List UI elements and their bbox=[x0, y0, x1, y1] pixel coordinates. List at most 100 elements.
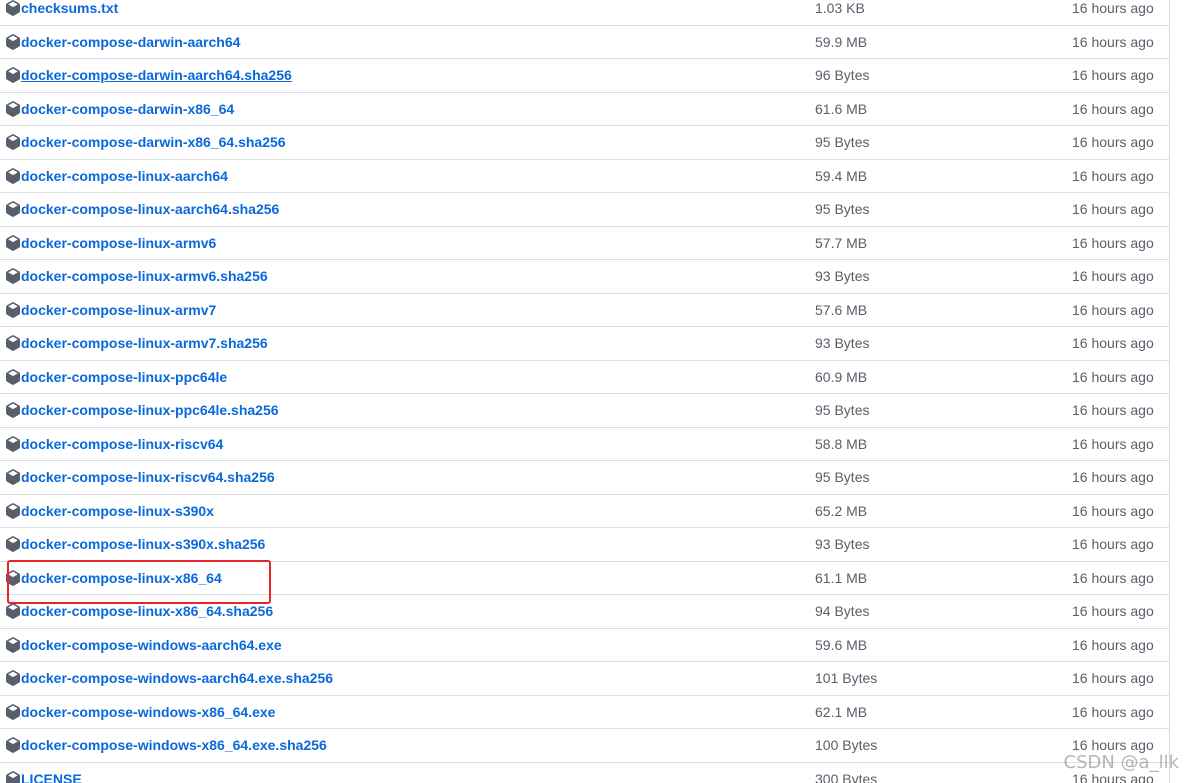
asset-updated-time: 16 hours ago bbox=[1072, 402, 1154, 419]
asset-download-link[interactable]: docker-compose-linux-aarch64.sha256 bbox=[21, 201, 279, 217]
asset-size: 95 Bytes bbox=[815, 134, 870, 151]
asset-download-link[interactable]: docker-compose-darwin-x86_64 bbox=[21, 101, 234, 117]
package-icon bbox=[5, 603, 21, 620]
asset-size: 93 Bytes bbox=[815, 335, 870, 352]
package-icon bbox=[5, 703, 21, 720]
asset-name-cell: docker-compose-linux-x86_64.sha256 bbox=[5, 595, 273, 628]
release-assets-page: checksums.txt 1.03 KB 16 hours ago docke… bbox=[0, 0, 1184, 783]
asset-name-cell: docker-compose-linux-armv6.sha256 bbox=[5, 260, 268, 293]
package-icon bbox=[5, 636, 21, 653]
asset-size: 59.9 MB bbox=[815, 33, 868, 50]
asset-row: docker-compose-linux-armv7 57.6 MB 16 ho… bbox=[0, 294, 1169, 327]
asset-download-link[interactable]: docker-compose-windows-x86_64.exe bbox=[21, 704, 275, 720]
asset-updated-time: 16 hours ago bbox=[1072, 368, 1154, 385]
asset-name-cell: docker-compose-windows-aarch64.exe bbox=[5, 629, 282, 662]
asset-size: 1.03 KB bbox=[815, 0, 865, 17]
asset-download-link[interactable]: docker-compose-linux-ppc64le bbox=[21, 369, 227, 385]
asset-updated-time: 16 hours ago bbox=[1072, 100, 1154, 117]
package-icon bbox=[5, 268, 21, 285]
asset-updated-time: 16 hours ago bbox=[1072, 234, 1154, 251]
package-icon bbox=[5, 536, 21, 553]
asset-size: 61.1 MB bbox=[815, 569, 868, 586]
asset-size: 100 Bytes bbox=[815, 737, 878, 754]
asset-row: docker-compose-darwin-x86_64 61.6 MB 16 … bbox=[0, 93, 1169, 126]
asset-row: docker-compose-darwin-aarch64.sha256 96 … bbox=[0, 59, 1169, 93]
package-icon bbox=[5, 402, 21, 419]
asset-name-cell: docker-compose-linux-ppc64le bbox=[5, 361, 227, 394]
asset-download-link[interactable]: docker-compose-linux-s390x.sha256 bbox=[21, 536, 265, 552]
asset-name-cell: docker-compose-windows-x86_64.exe.sha256 bbox=[5, 729, 327, 762]
asset-row: docker-compose-linux-ppc64le 60.9 MB 16 … bbox=[0, 361, 1169, 394]
asset-updated-time: 16 hours ago bbox=[1072, 167, 1154, 184]
asset-row: docker-compose-linux-aarch64 59.4 MB 16 … bbox=[0, 160, 1169, 193]
asset-size: 300 Bytes bbox=[815, 770, 878, 783]
package-icon bbox=[5, 134, 21, 151]
asset-size: 65.2 MB bbox=[815, 502, 868, 519]
asset-size: 95 Bytes bbox=[815, 201, 870, 218]
asset-download-link[interactable]: docker-compose-darwin-x86_64.sha256 bbox=[21, 134, 286, 150]
asset-name-cell: docker-compose-linux-aarch64 bbox=[5, 160, 228, 193]
package-icon bbox=[5, 301, 21, 318]
package-icon bbox=[5, 737, 21, 754]
asset-name-cell: docker-compose-linux-armv6 bbox=[5, 227, 216, 260]
asset-name-cell: docker-compose-windows-aarch64.exe.sha25… bbox=[5, 662, 333, 695]
asset-download-link[interactable]: docker-compose-windows-aarch64.exe.sha25… bbox=[21, 670, 333, 686]
asset-download-link[interactable]: LICENSE bbox=[21, 771, 82, 783]
asset-name-cell: docker-compose-darwin-x86_64.sha256 bbox=[5, 126, 286, 159]
asset-updated-time: 16 hours ago bbox=[1072, 335, 1154, 352]
asset-name-cell: docker-compose-linux-armv7 bbox=[5, 294, 216, 327]
asset-download-link[interactable]: docker-compose-linux-x86_64 bbox=[21, 570, 222, 586]
asset-size: 93 Bytes bbox=[815, 268, 870, 285]
asset-size: 93 Bytes bbox=[815, 536, 870, 553]
asset-updated-time: 16 hours ago bbox=[1072, 134, 1154, 151]
asset-name-cell: docker-compose-linux-ppc64le.sha256 bbox=[5, 394, 279, 427]
watermark: CSDN @a_llk bbox=[1063, 752, 1180, 773]
asset-size: 58.8 MB bbox=[815, 435, 868, 452]
package-icon bbox=[5, 67, 21, 84]
package-icon bbox=[5, 469, 21, 486]
asset-download-link[interactable]: docker-compose-darwin-aarch64 bbox=[21, 34, 240, 50]
asset-size: 59.4 MB bbox=[815, 167, 868, 184]
asset-row: docker-compose-linux-aarch64.sha256 95 B… bbox=[0, 193, 1169, 227]
asset-size: 57.6 MB bbox=[815, 301, 868, 318]
asset-row: LICENSE 300 Bytes 16 hours ago bbox=[0, 763, 1169, 783]
asset-name-cell: docker-compose-darwin-aarch64 bbox=[5, 26, 240, 59]
asset-size: 57.7 MB bbox=[815, 234, 868, 251]
asset-row: docker-compose-linux-s390x 65.2 MB 16 ho… bbox=[0, 495, 1169, 528]
asset-name-cell: docker-compose-linux-riscv64 bbox=[5, 428, 223, 461]
asset-row: docker-compose-windows-x86_64.exe 62.1 M… bbox=[0, 696, 1169, 729]
asset-download-link[interactable]: checksums.txt bbox=[21, 0, 118, 16]
asset-updated-time: 16 hours ago bbox=[1072, 67, 1154, 84]
asset-size: 96 Bytes bbox=[815, 67, 870, 84]
asset-download-link[interactable]: docker-compose-windows-x86_64.exe.sha256 bbox=[21, 737, 327, 753]
asset-download-link[interactable]: docker-compose-linux-armv7.sha256 bbox=[21, 335, 268, 351]
asset-name-cell: checksums.txt bbox=[5, 0, 118, 25]
asset-row-highlighted: docker-compose-linux-x86_64 61.1 MB 16 h… bbox=[0, 562, 1169, 595]
asset-name-cell: docker-compose-linux-s390x bbox=[5, 495, 214, 528]
asset-download-link[interactable]: docker-compose-darwin-aarch64.sha256 bbox=[21, 67, 292, 83]
asset-download-link[interactable]: docker-compose-linux-s390x bbox=[21, 503, 214, 519]
asset-download-link[interactable]: docker-compose-linux-x86_64.sha256 bbox=[21, 603, 273, 619]
asset-updated-time: 16 hours ago bbox=[1072, 569, 1154, 586]
asset-row: docker-compose-windows-x86_64.exe.sha256… bbox=[0, 729, 1169, 763]
asset-name-cell: docker-compose-linux-riscv64.sha256 bbox=[5, 461, 275, 494]
asset-row: docker-compose-linux-armv6.sha256 93 Byt… bbox=[0, 260, 1169, 294]
asset-name-cell: LICENSE bbox=[5, 763, 82, 783]
asset-name-cell: docker-compose-linux-armv7.sha256 bbox=[5, 327, 268, 360]
asset-download-link[interactable]: docker-compose-linux-riscv64 bbox=[21, 436, 223, 452]
asset-download-link[interactable]: docker-compose-linux-aarch64 bbox=[21, 168, 228, 184]
package-icon bbox=[5, 33, 21, 50]
asset-download-link[interactable]: docker-compose-windows-aarch64.exe bbox=[21, 637, 282, 653]
package-icon bbox=[5, 0, 21, 17]
asset-updated-time: 16 hours ago bbox=[1072, 670, 1154, 687]
asset-size: 60.9 MB bbox=[815, 368, 868, 385]
asset-download-link[interactable]: docker-compose-linux-armv6.sha256 bbox=[21, 268, 268, 284]
asset-row: docker-compose-linux-armv6 57.7 MB 16 ho… bbox=[0, 227, 1169, 260]
package-icon bbox=[5, 234, 21, 251]
asset-download-link[interactable]: docker-compose-linux-ppc64le.sha256 bbox=[21, 402, 279, 418]
asset-download-link[interactable]: docker-compose-linux-riscv64.sha256 bbox=[21, 469, 275, 485]
asset-updated-time: 16 hours ago bbox=[1072, 201, 1154, 218]
asset-download-link[interactable]: docker-compose-linux-armv6 bbox=[21, 235, 216, 251]
asset-download-link[interactable]: docker-compose-linux-armv7 bbox=[21, 302, 216, 318]
asset-size: 62.1 MB bbox=[815, 703, 868, 720]
